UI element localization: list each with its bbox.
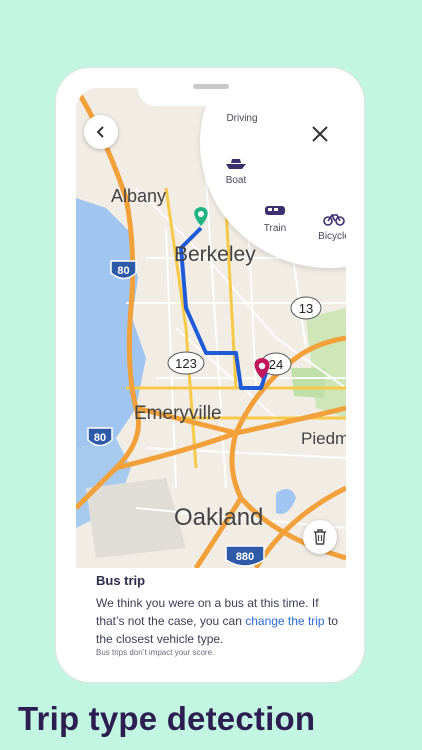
state-route-shield: 123: [167, 351, 205, 375]
mode-option-bicycle[interactable]: Bicycle: [314, 212, 346, 242]
app-screen: Albany Berkeley Emeryville Oakland Piedm…: [76, 88, 346, 662]
trash-icon: [314, 529, 326, 545]
train-icon: [265, 206, 285, 215]
trip-info-card: Bus trip We think you were on a bus at t…: [76, 568, 346, 662]
card-title: Bus trip: [96, 573, 146, 588]
page-headline: Trip type detection: [18, 700, 316, 737]
close-icon: [312, 126, 328, 142]
place-label: Emeryville: [134, 403, 222, 424]
end-pin-icon: [254, 358, 270, 379]
mode-label: Train: [263, 223, 287, 234]
bicycle-icon: [323, 214, 345, 226]
mode-label: Boat: [225, 175, 247, 186]
interstate-shield: 80: [87, 427, 113, 447]
card-body: We think you were on a bus at this time.…: [96, 594, 340, 648]
lake-merritt: [276, 489, 296, 514]
chevron-left-icon: [96, 126, 104, 138]
mode-option-train[interactable]: Train: [256, 204, 294, 234]
change-trip-link[interactable]: change the trip: [245, 614, 324, 628]
start-pin-icon: [194, 207, 208, 226]
interstate-shield: 880: [225, 545, 265, 567]
industrial-area: [86, 478, 186, 558]
mode-option-boat[interactable]: Boat: [218, 156, 254, 186]
svg-text:123: 123: [175, 356, 197, 371]
mode-label: Driving: [226, 113, 258, 124]
park-area-2: [291, 368, 326, 398]
boat-icon: [226, 159, 246, 169]
state-route-shield: 13: [290, 296, 322, 320]
back-button[interactable]: [84, 115, 118, 149]
svg-text:880: 880: [236, 551, 254, 563]
mode-label: Bicycle: [318, 231, 346, 242]
place-label: Oakland: [174, 504, 263, 531]
delete-trip-button[interactable]: [303, 520, 337, 554]
svg-text:80: 80: [117, 265, 129, 277]
place-label: Albany: [111, 186, 166, 206]
svg-text:24: 24: [269, 357, 283, 372]
close-button[interactable]: [309, 123, 331, 145]
interstate-shield: 80: [110, 260, 137, 280]
phone-speaker: [193, 84, 229, 89]
card-footnote: Bus trips don’t impact your score.: [96, 648, 215, 657]
svg-text:13: 13: [299, 301, 313, 316]
place-label: Berkeley: [174, 243, 256, 266]
place-label: Piedm: [301, 429, 346, 448]
svg-text:80: 80: [94, 432, 106, 444]
